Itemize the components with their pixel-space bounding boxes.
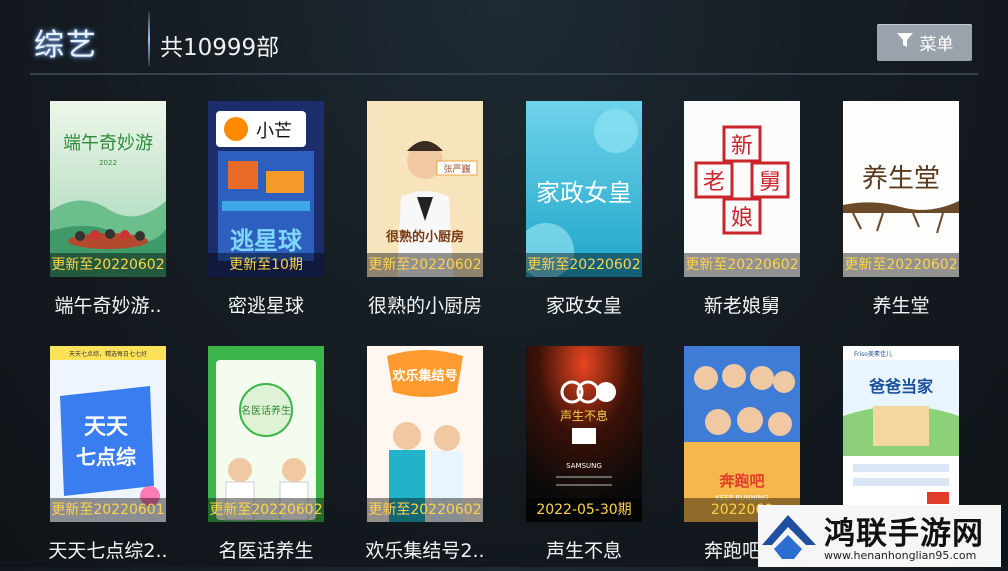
svg-text:爸爸当家: 爸爸当家 — [868, 377, 934, 396]
update-badge: 2022-05-30期 — [526, 498, 642, 522]
header-divider — [30, 73, 978, 75]
svg-text:天天: 天天 — [84, 415, 129, 440]
svg-text:声生不息: 声生不息 — [560, 408, 608, 423]
poster-xinlaoniang: 新 老 舅 娘 更新至20220602 — [684, 101, 800, 277]
show-title: 声生不息 — [545, 540, 622, 562]
svg-text:端午奇妙游: 端午奇妙游 — [63, 133, 153, 154]
show-title: 很熟的小厨房 — [367, 295, 482, 317]
svg-text:逃星球: 逃星球 — [230, 227, 303, 255]
poster-tiantian: 天天七点综，精选每日七七好 天天 七点综 更新至20220601 — [50, 346, 166, 522]
menu-button[interactable]: 菜单 — [877, 24, 972, 61]
svg-text:七点综: 七点综 — [76, 445, 136, 469]
svg-text:欢乐集结号: 欢乐集结号 — [391, 368, 457, 384]
svg-text:新: 新 — [731, 134, 753, 159]
show-title: 家政女皇 — [545, 295, 622, 317]
update-badge: 更新至20220602 — [684, 253, 800, 277]
watermark-url: www.henanhonglian95.com — [824, 549, 977, 562]
total-count: 共10999部 — [160, 35, 280, 61]
show-title: 新老娘舅 — [703, 295, 780, 317]
svg-text:名医话养生: 名医话养生 — [241, 404, 291, 417]
svg-text:养生堂: 养生堂 — [862, 164, 940, 194]
watermark: 鸿联手游网 www.henanhonglian95.com — [758, 505, 1001, 567]
svg-text:2022: 2022 — [99, 159, 117, 167]
poster-mitao: 小芒 逃星球 更新至10期 — [208, 101, 324, 277]
update-badge: 更新至20220602 — [367, 498, 483, 522]
poster-shengsheng: 声生不息 SAMSUNG 2022-05-30期 — [526, 346, 642, 522]
update-badge: 更新至20220602 — [50, 253, 166, 277]
watermark-name: 鸿联手游网 — [824, 516, 984, 552]
update-badge: 更新至20220602 — [843, 253, 959, 277]
menu-label: 菜单 — [919, 35, 954, 55]
svg-text:Friso美素佳儿: Friso美素佳儿 — [854, 350, 892, 358]
poster-yangshengtang: 养生堂 更新至20220602 — [843, 101, 959, 277]
show-title: 养生堂 — [872, 295, 930, 317]
svg-text:张严巍: 张严巍 — [443, 164, 470, 175]
show-title: 名医话养生 — [218, 540, 314, 562]
poster-huanle: 欢乐集结号 更新至20220602 — [367, 346, 483, 522]
update-badge: 更新至20220602 — [526, 253, 642, 277]
svg-text:家政女皇: 家政女皇 — [536, 179, 632, 207]
svg-text:天天七点综，精选每日七七好: 天天七点综，精选每日七七好 — [69, 350, 147, 358]
filter-icon — [896, 31, 914, 54]
svg-text:SAMSUNG: SAMSUNG — [566, 462, 602, 470]
poster-duanwu: 端午奇妙游 2022 更新至20220602 — [50, 101, 166, 277]
svg-text:老: 老 — [703, 170, 725, 195]
svg-text:娘: 娘 — [731, 206, 753, 231]
show-title: 端午奇妙游.. — [54, 295, 162, 317]
update-badge: 更新至10期 — [208, 253, 324, 277]
show-title: 天天七点综2.. — [48, 540, 168, 562]
title-divider — [148, 12, 150, 66]
poster-benpao: 奔跑吧 KEEP RUNNING 2022060 — [684, 346, 800, 522]
svg-text:小芒: 小芒 — [256, 121, 292, 142]
svg-text:舅: 舅 — [759, 170, 781, 195]
poster-housekeeping: 家政女皇 更新至20220602 — [526, 101, 642, 277]
show-title: 欢乐集结号2.. — [365, 540, 485, 562]
watermark-logo-icon — [758, 505, 820, 571]
show-title: 密逃星球 — [227, 295, 304, 317]
category-title: 综艺 — [34, 28, 98, 63]
update-badge: 更新至20220602 — [367, 253, 483, 277]
poster-kitchen: 张严巍 很熟的小厨房 更新至20220602 — [367, 101, 483, 277]
update-badge: 更新至20220602 — [208, 498, 324, 522]
update-badge: 更新至20220601 — [50, 498, 166, 522]
poster-babadangjia: Friso美素佳儿 爸爸当家 — [843, 346, 959, 522]
poster-mingyi: 名医话养生 更新至20220602 — [208, 346, 324, 522]
svg-text:奔跑吧: 奔跑吧 — [718, 472, 764, 490]
svg-text:很熟的小厨房: 很熟的小厨房 — [386, 229, 464, 245]
